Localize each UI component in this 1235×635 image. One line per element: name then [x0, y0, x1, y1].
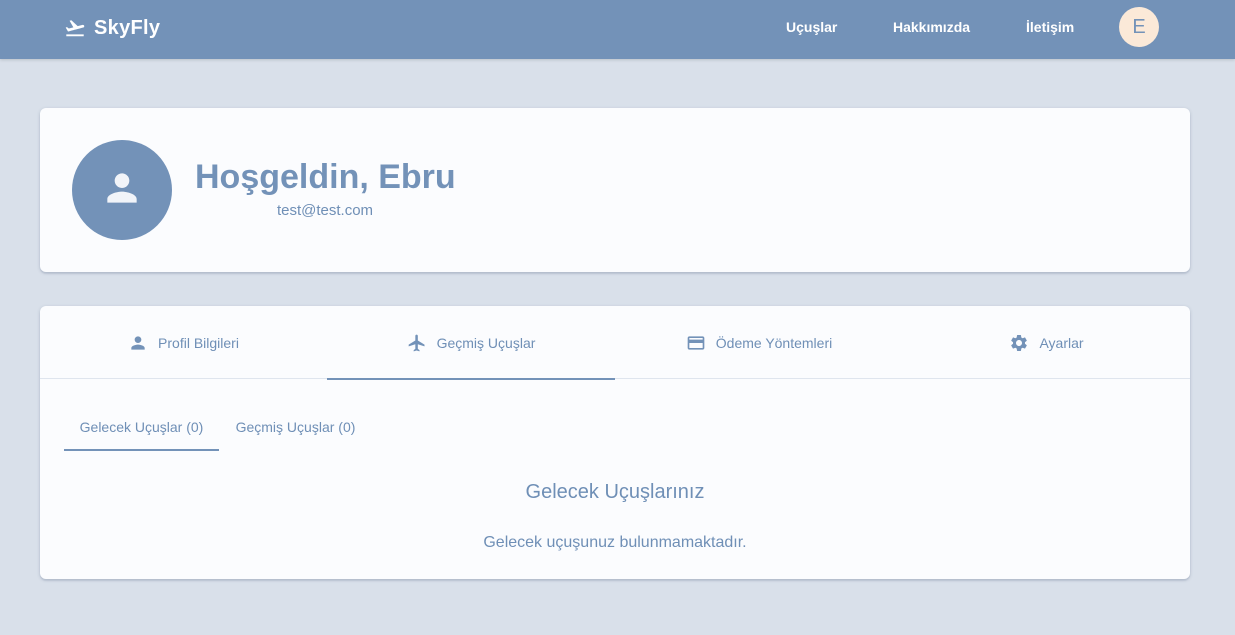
user-avatar-button[interactable]: E [1119, 7, 1159, 47]
airplane-icon [407, 333, 427, 353]
tab-settings[interactable]: Ayarlar [903, 306, 1190, 379]
nav-link-about[interactable]: Hakkımızda [893, 19, 970, 35]
credit-card-icon [686, 333, 706, 353]
tab-label: Ayarlar [1039, 334, 1084, 351]
tab-payment-methods[interactable]: Ödeme Yöntemleri [615, 306, 903, 379]
person-icon [128, 333, 148, 353]
tab-profile-info[interactable]: Profil Bilgileri [40, 306, 327, 379]
top-navbar: SkyFly Uçuşlar Hakkımızda İletişim E [0, 0, 1235, 59]
person-icon [100, 166, 144, 215]
section-title: Gelecek Uçuşlarınız [525, 481, 705, 503]
welcome-heading: Hoşgeldin, Ebru [195, 158, 456, 196]
tab-label: Geçmiş Uçuşlar [436, 334, 536, 351]
subtab-past-flights[interactable]: Geçmiş Uçuşlar (0) [219, 403, 372, 451]
empty-state-message: Gelecek uçuşunuz bulunmamaktadır. [483, 534, 747, 551]
subtab-upcoming-flights[interactable]: Gelecek Uçuşlar (0) [64, 403, 219, 451]
brand-name: SkyFly [94, 16, 161, 39]
tab-label: Profil Bilgileri [158, 334, 239, 351]
tab-label: Ödeme Yöntemleri [715, 334, 833, 351]
flight-takeoff-icon [64, 17, 86, 39]
tab-past-flights[interactable]: Geçmiş Uçuşlar [327, 306, 615, 380]
main-tab-bar: Profil Bilgileri Geçmiş Uçuşlar Ödeme Yö… [40, 306, 1190, 380]
account-tabs-card: Profil Bilgileri Geçmiş Uçuşlar Ödeme Yö… [40, 306, 1190, 579]
user-email: test@test.com [276, 202, 374, 219]
gear-icon [1009, 333, 1029, 353]
profile-card: Hoşgeldin, Ebru test@test.com [40, 108, 1190, 272]
brand-logo[interactable]: SkyFly [64, 14, 160, 42]
nav-link-contact[interactable]: İletişim [1026, 19, 1074, 35]
nav-link-flights[interactable]: Uçuşlar [786, 19, 837, 35]
profile-avatar [72, 140, 172, 240]
